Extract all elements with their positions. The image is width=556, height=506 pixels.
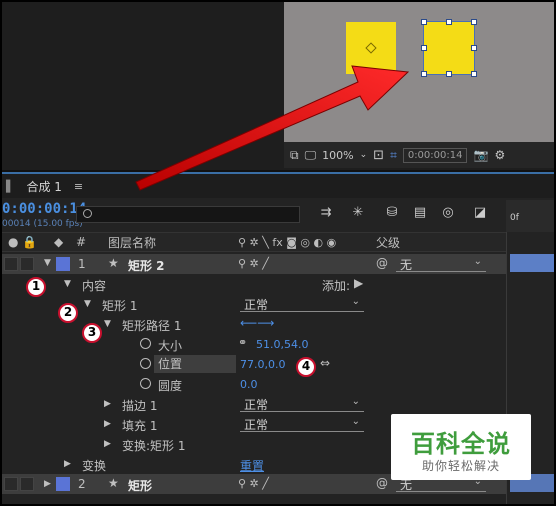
red-arrow-annotation — [135, 65, 410, 191]
